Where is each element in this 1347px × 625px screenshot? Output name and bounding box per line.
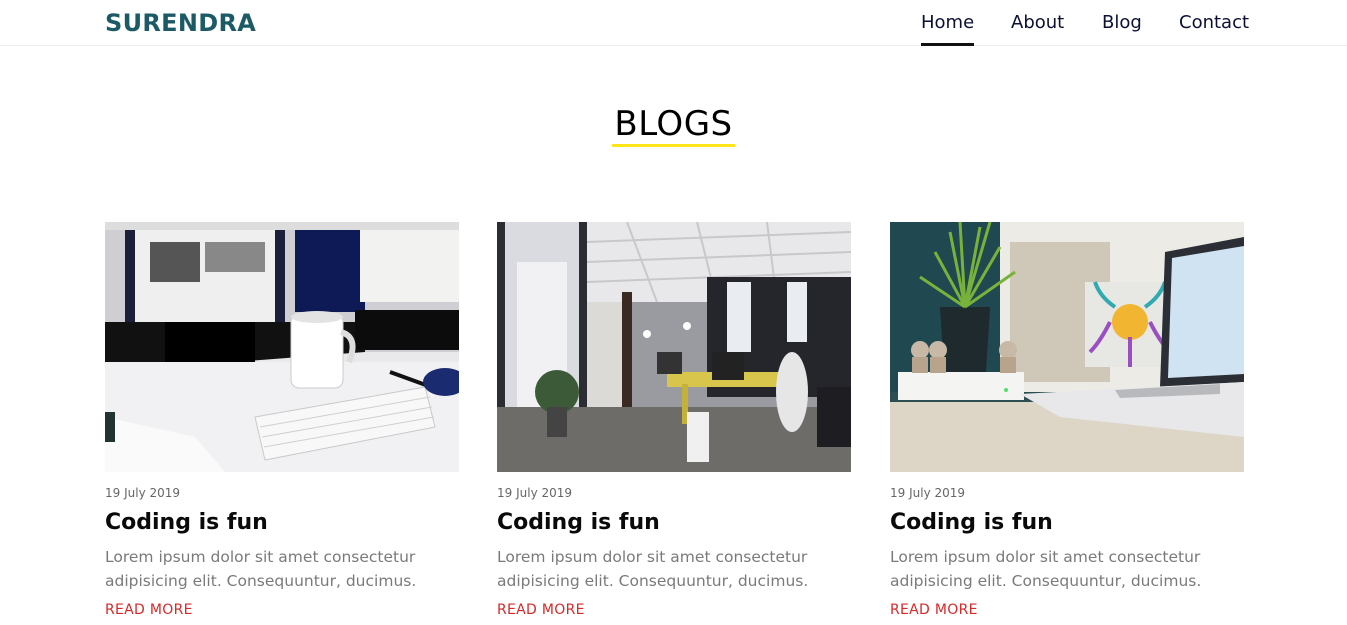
blog-card: 19 July 2019 Coding is fun Lorem ipsum d… bbox=[890, 222, 1244, 618]
post-image-desk[interactable] bbox=[105, 222, 459, 472]
post-image-plant[interactable] bbox=[890, 222, 1244, 472]
read-more-link[interactable]: READ MORE bbox=[105, 602, 193, 618]
post-excerpt: Lorem ipsum dolor sit amet consectetur a… bbox=[497, 548, 809, 590]
post-date: 19 July 2019 bbox=[890, 486, 966, 500]
post-date: 19 July 2019 bbox=[497, 486, 573, 500]
post-date: 19 July 2019 bbox=[105, 486, 181, 500]
nav-link-blog[interactable]: Blog bbox=[1102, 12, 1142, 33]
read-more-link[interactable]: READ MORE bbox=[497, 602, 585, 618]
nav-link-about[interactable]: About bbox=[1011, 12, 1064, 33]
post-title[interactable]: Coding is fun bbox=[497, 510, 851, 535]
post-excerpt: Lorem ipsum dolor sit amet consectetur a… bbox=[890, 548, 1202, 590]
brand-logo[interactable]: SURENDRA bbox=[105, 9, 256, 37]
post-image-office[interactable] bbox=[497, 222, 851, 472]
blog-card: 19 July 2019 Coding is fun Lorem ipsum d… bbox=[497, 222, 851, 618]
post-title[interactable]: Coding is fun bbox=[105, 510, 459, 535]
nav-link-contact[interactable]: Contact bbox=[1179, 12, 1249, 33]
navbar: SURENDRA Home About Blog Contact bbox=[0, 0, 1347, 46]
section-heading: BLOGS bbox=[0, 104, 1347, 147]
nav-link-home[interactable]: Home bbox=[921, 12, 975, 46]
post-title[interactable]: Coding is fun bbox=[890, 510, 1244, 535]
post-excerpt: Lorem ipsum dolor sit amet consectetur a… bbox=[105, 548, 417, 590]
section-title: BLOGS bbox=[612, 104, 735, 147]
blog-card: 19 July 2019 Coding is fun Lorem ipsum d… bbox=[105, 222, 459, 618]
read-more-link[interactable]: READ MORE bbox=[890, 602, 978, 618]
